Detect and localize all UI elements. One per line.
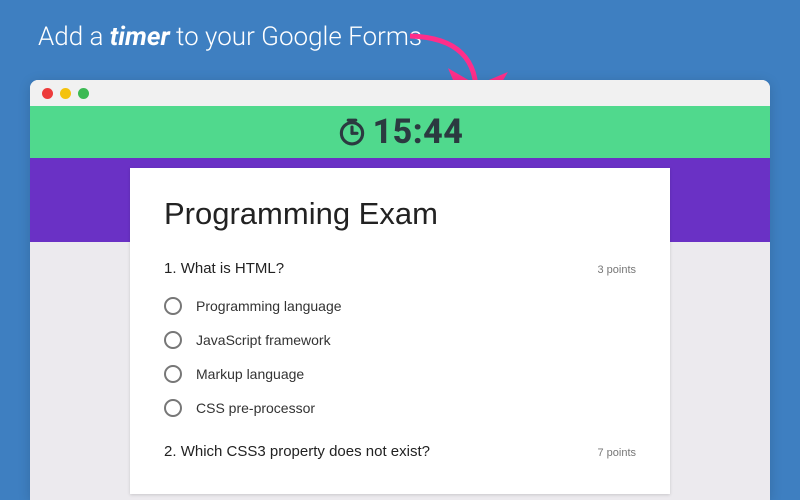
close-icon[interactable] [42,88,53,99]
radio-icon [164,399,182,417]
headline-prefix: Add a [38,22,110,52]
timer-bar: 15:44 [30,106,770,158]
minimize-icon[interactable] [60,88,71,99]
option-label: JavaScript framework [196,332,331,348]
option-label: CSS pre-processor [196,400,315,416]
maximize-icon[interactable] [78,88,89,99]
radio-option[interactable]: Programming language [164,289,636,323]
question-text: 2. Which CSS3 property does not exist? [164,443,430,460]
question-points: 3 points [597,264,636,276]
form-card: Programming Exam 1. What is HTML? 3 poin… [130,168,670,494]
question-points: 7 points [597,447,636,459]
timer-display: 15:44 [337,112,464,152]
browser-window: 15:44 Programming Exam 1. What is HTML? … [30,80,770,500]
radio-option[interactable]: Markup language [164,357,636,391]
question-2: 2. Which CSS3 property does not exist? 7… [164,443,636,460]
window-titlebar [30,80,770,106]
question-1: 1. What is HTML? 3 points Programming la… [164,260,636,425]
promo-headline: Add a timer to your Google Forms [0,0,800,52]
question-text: 1. What is HTML? [164,260,284,277]
radio-icon [164,365,182,383]
option-label: Markup language [196,366,304,382]
radio-icon [164,297,182,315]
radio-option[interactable]: CSS pre-processor [164,391,636,425]
clock-icon [337,117,367,147]
headline-emph: timer [110,22,170,52]
timer-value: 15:44 [373,112,464,152]
radio-icon [164,331,182,349]
form-background: Programming Exam 1. What is HTML? 3 poin… [30,242,770,500]
headline-suffix: to your Google Forms [170,22,422,52]
radio-option[interactable]: JavaScript framework [164,323,636,357]
option-label: Programming language [196,298,342,314]
form-title: Programming Exam [164,196,636,232]
